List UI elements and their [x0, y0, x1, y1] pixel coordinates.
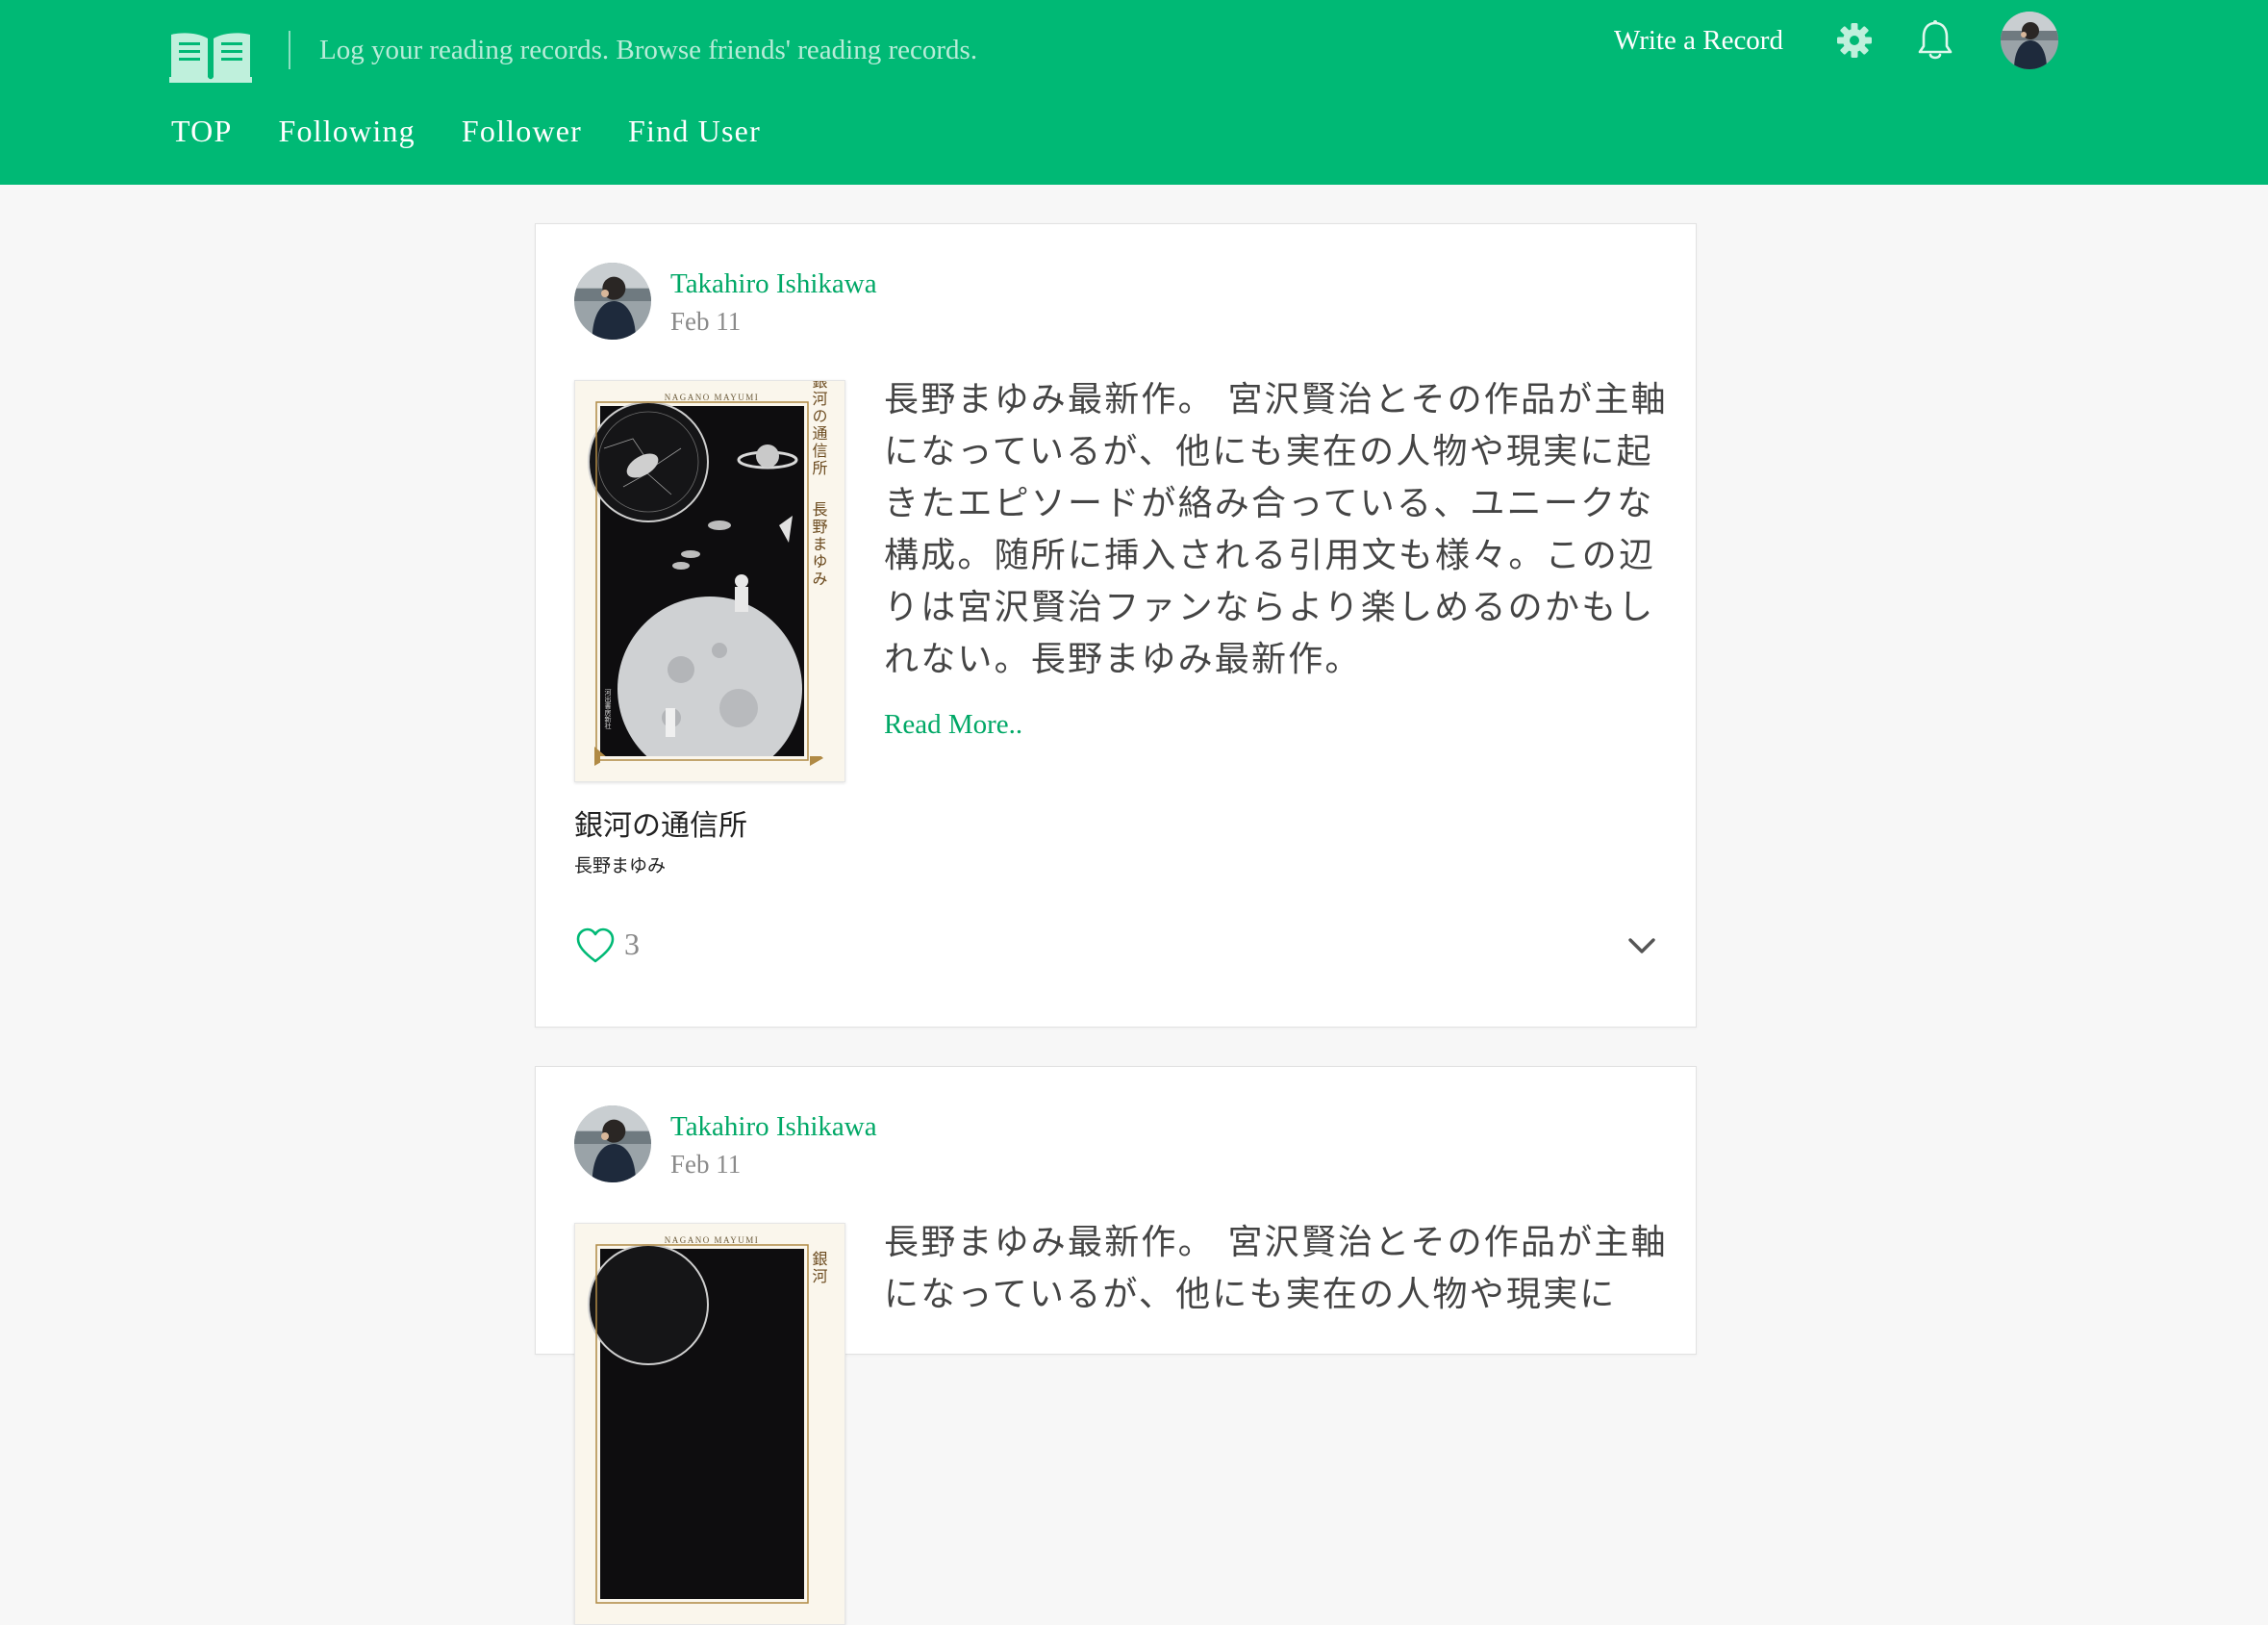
user-name-link[interactable]: Takahiro Ishikawa [670, 265, 877, 303]
cover-author-latin: NAGANO MAYUMI [665, 1235, 759, 1245]
open-book-icon[interactable] [169, 29, 252, 85]
post-date: Feb 11 [670, 307, 742, 336]
nav-follower[interactable]: Follower [462, 108, 582, 154]
review-text: 長野まゆみ最新作。 宮沢賢治とその作品が主軸になっているが、他にも実在の人物や現… [884, 380, 1668, 679]
write-record-link[interactable]: Write a Record [1614, 19, 1783, 62]
book-cover[interactable]: NAGANO MAYUMI 銀河の通信所 長野まゆみ 河出書房新社 [574, 380, 845, 782]
record-card: Takahiro Ishikawa Feb 11 NAGANO MAYUMI 銀… [535, 223, 1697, 1028]
like-count: 3 [624, 927, 640, 961]
nav-find-user[interactable]: Find User [628, 108, 761, 154]
user-name-link[interactable]: Takahiro Ishikawa [670, 1107, 877, 1146]
avatar[interactable] [574, 1105, 651, 1182]
chevron-down-icon[interactable] [1626, 934, 1657, 957]
heart-icon[interactable] [574, 927, 617, 965]
book-cover-art: NAGANO MAYUMI 銀河の通信所 長野まゆみ 河出書房新社 [575, 381, 844, 781]
record-card: Takahiro Ishikawa Feb 11 NAGANO MAYUMI 銀… [535, 1066, 1697, 1625]
nav-following[interactable]: Following [278, 108, 415, 154]
profile-photo [2001, 12, 2058, 69]
book-cover-art: NAGANO MAYUMI 銀河 [575, 1224, 844, 1624]
cover-author-latin: NAGANO MAYUMI [665, 393, 759, 402]
post-date: Feb 11 [670, 1150, 742, 1179]
logo-divider [289, 31, 290, 69]
review-text: 長野まゆみ最新作。 宮沢賢治とその作品が主軸になっているが、他にも実在の人物や現… [884, 1223, 1668, 1314]
book-author: 長野まゆみ [574, 855, 667, 876]
book-cover[interactable]: NAGANO MAYUMI 銀河 [574, 1223, 845, 1625]
main-nav: TOP Following Follower Find User [171, 108, 807, 154]
tagline: Log your reading records. Browse friends… [319, 35, 978, 65]
app-header: Log your reading records. Browse friends… [0, 0, 2268, 185]
avatar[interactable] [574, 263, 651, 340]
cover-title-vertical: 銀河の通信所 [810, 381, 828, 477]
book-title[interactable]: 銀河の通信所 [574, 807, 747, 846]
gear-icon[interactable] [1835, 21, 1874, 60]
user-photo [574, 263, 651, 340]
read-more-link[interactable]: Read More.. [884, 705, 1022, 744]
user-photo [574, 1105, 651, 1182]
avatar[interactable] [2001, 12, 2058, 69]
cover-author-vertical: 長野まゆみ [810, 501, 828, 588]
bell-icon[interactable] [1916, 19, 1954, 62]
cover-title-vertical: 銀河 [810, 1251, 828, 1285]
nav-top[interactable]: TOP [171, 108, 232, 154]
cover-publisher: 河出書房新社 [604, 689, 612, 730]
